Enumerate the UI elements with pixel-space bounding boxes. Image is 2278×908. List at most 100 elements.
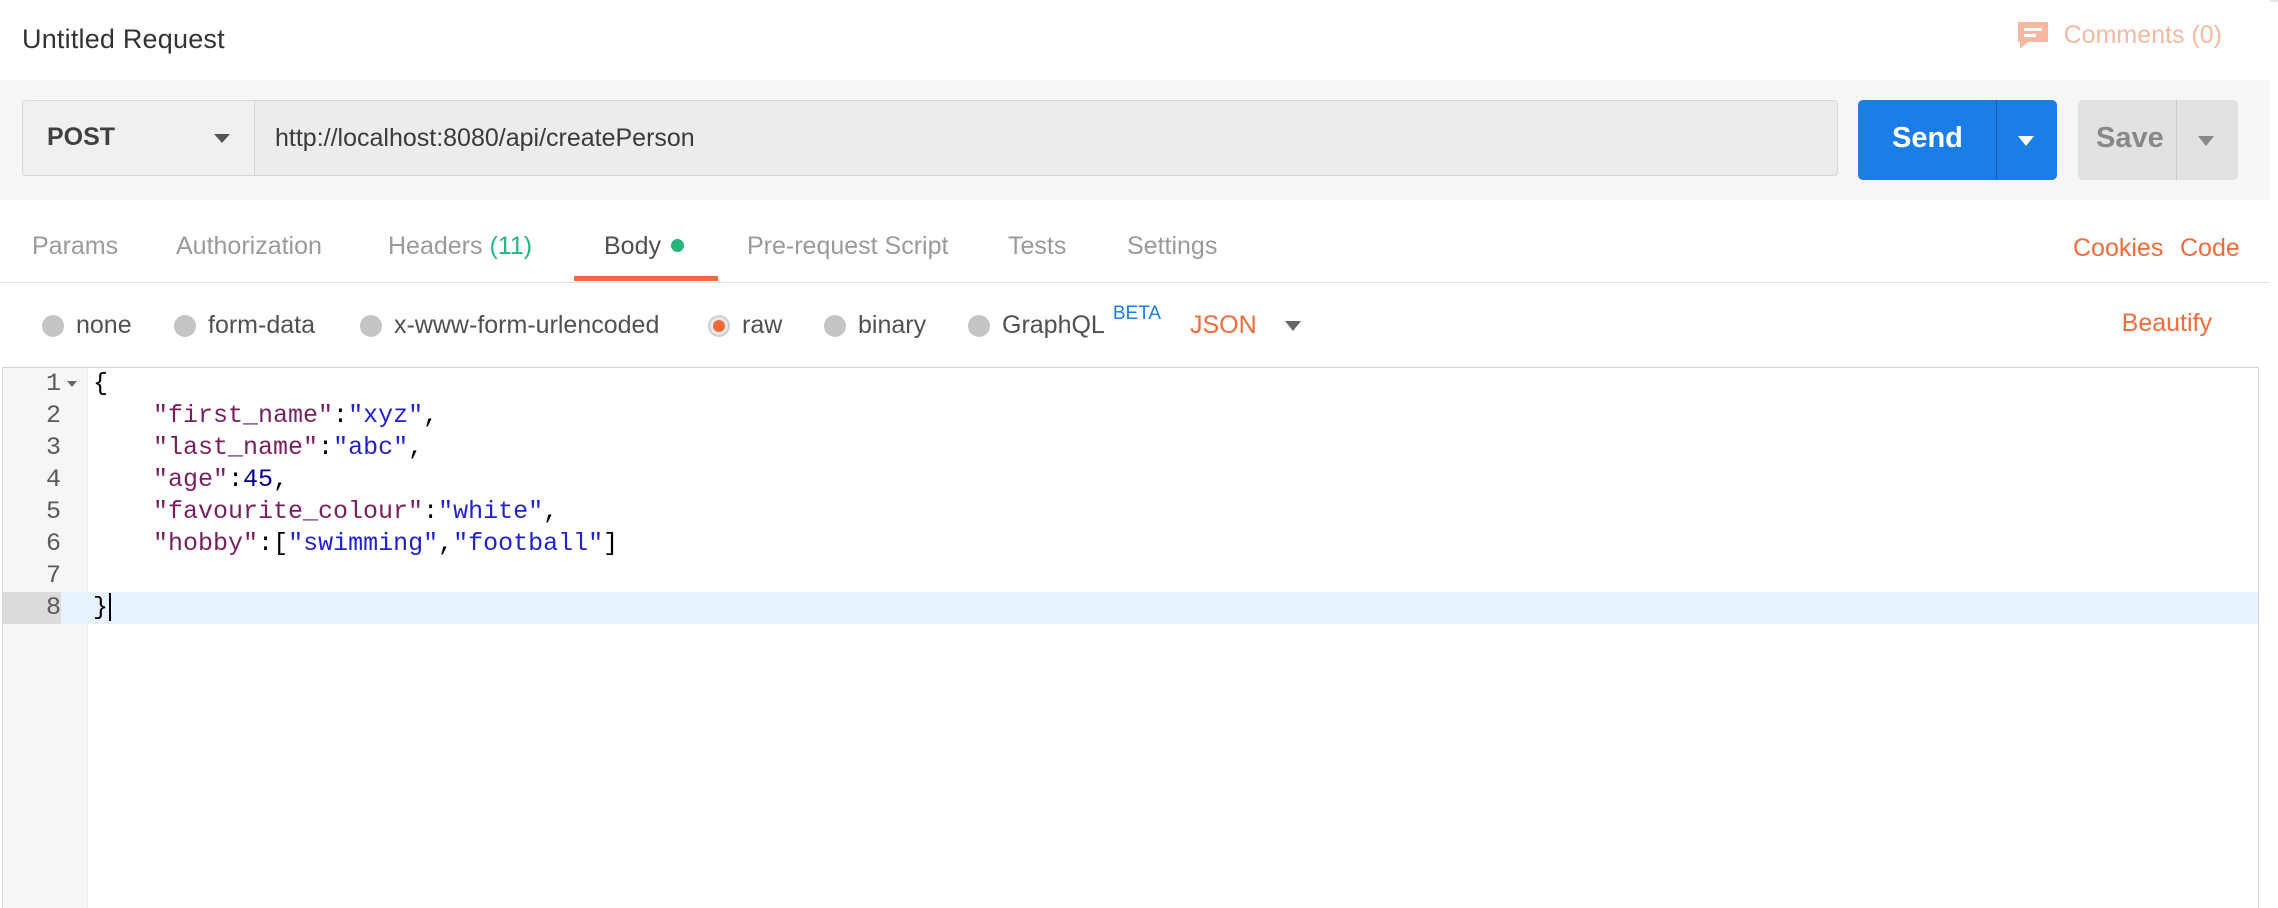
headers-count-badge: (11): [489, 232, 533, 260]
radio-raw-selected[interactable]: [708, 314, 730, 337]
save-label: Save: [2096, 122, 2164, 154]
code-line-7[interactable]: 7: [3, 560, 2258, 592]
json-colon: :: [258, 529, 274, 558]
line-number: 2: [45, 401, 61, 430]
url-bar: POST Send Save: [0, 80, 2270, 201]
chevron-down-icon: [214, 134, 230, 143]
tab-body[interactable]: Body: [604, 232, 684, 261]
comments-label: Comments (0): [2063, 20, 2222, 49]
save-button[interactable]: Save: [2078, 100, 2238, 180]
json-brace-close: }: [93, 593, 109, 622]
json-comma: ,: [543, 497, 559, 526]
code-line-1[interactable]: 1 {: [3, 368, 2258, 400]
json-key: "age": [153, 465, 229, 494]
body-type-urlencoded[interactable]: x-www-form-urlencoded: [360, 311, 659, 340]
body-type-binary[interactable]: binary: [824, 311, 926, 340]
json-colon: :: [318, 433, 334, 462]
tab-prerequest-script[interactable]: Pre-request Script: [747, 232, 948, 261]
body-type-form-data-label: form-data: [208, 311, 315, 339]
code-line-4[interactable]: 4 "age":45,: [3, 464, 2258, 496]
radio-none[interactable]: [42, 314, 64, 337]
json-key: "last_name": [153, 433, 319, 462]
json-string-value: "abc": [333, 433, 409, 462]
send-label: Send: [1892, 122, 1963, 154]
comment-icon: [2016, 20, 2050, 50]
cookies-link[interactable]: Cookies: [2073, 234, 2163, 263]
tab-headers-label: Headers: [388, 232, 483, 260]
tab-headers[interactable]: Headers (11): [388, 232, 532, 261]
active-tab-indicator: [574, 276, 718, 281]
text-cursor: [109, 593, 112, 622]
code-line-6[interactable]: 6 "hobby":["swimming","football"]: [3, 528, 2258, 560]
json-number-value: 45: [243, 465, 274, 494]
save-divider: [2176, 100, 2177, 180]
code-link[interactable]: Code: [2180, 234, 2240, 263]
fold-arrow-icon[interactable]: [67, 381, 77, 387]
body-type-selector: none form-data x-www-form-urlencoded raw…: [0, 283, 2270, 367]
chevron-down-icon: [1284, 320, 1301, 331]
radio-binary[interactable]: [824, 314, 846, 337]
send-button[interactable]: Send: [1858, 100, 2057, 180]
code-line-3[interactable]: 3 "last_name":"abc",: [3, 432, 2258, 464]
json-colon: :: [228, 465, 244, 494]
json-bracket-open: [: [273, 529, 289, 558]
body-type-none-label: none: [76, 311, 132, 339]
request-tabs: Params Authorization Headers (11) Body P…: [0, 200, 2270, 283]
body-type-graphql[interactable]: GraphQL BETA: [968, 303, 1161, 340]
json-colon: :: [333, 401, 349, 430]
line-number: 5: [45, 497, 61, 526]
body-type-raw-label: raw: [742, 311, 783, 339]
json-string-value: "football": [453, 529, 604, 558]
body-code-editor[interactable]: 1 { 2 "first_name":"xyz", 3 "last_name":…: [2, 367, 2259, 908]
json-key: "hobby": [153, 529, 259, 558]
radio-urlencoded[interactable]: [360, 314, 382, 337]
body-type-none[interactable]: none: [42, 311, 132, 340]
body-type-graphql-label: GraphQL: [1002, 311, 1105, 339]
comments-button[interactable]: Comments (0): [2016, 20, 2222, 50]
body-type-raw[interactable]: raw: [708, 311, 782, 340]
radio-graphql[interactable]: [968, 314, 990, 337]
request-title[interactable]: Untitled Request: [22, 24, 225, 55]
body-type-urlencoded-label: x-www-form-urlencoded: [394, 311, 660, 339]
tab-tests[interactable]: Tests: [1008, 232, 1066, 261]
line-number: 7: [45, 561, 61, 590]
method-select[interactable]: POST: [22, 100, 254, 176]
line-number: 8: [3, 592, 61, 624]
body-type-form-data[interactable]: form-data: [174, 311, 315, 340]
url-input[interactable]: [254, 100, 1838, 176]
beautify-button[interactable]: Beautify: [2122, 309, 2212, 338]
line-number: 6: [45, 529, 61, 558]
json-brace-open: {: [93, 369, 109, 398]
tab-authorization[interactable]: Authorization: [176, 232, 322, 261]
json-key: "first_name": [153, 401, 334, 430]
body-indicator-dot: [670, 238, 684, 252]
json-comma: ,: [438, 529, 454, 558]
radio-form-data[interactable]: [174, 314, 196, 337]
method-label: POST: [47, 123, 116, 151]
body-type-binary-label: binary: [858, 311, 927, 339]
code-line-8[interactable]: 8 }: [3, 592, 2258, 624]
tab-params[interactable]: Params: [32, 232, 118, 261]
format-select-label: JSON: [1190, 311, 1257, 339]
save-options-chevron-icon[interactable]: [2198, 136, 2214, 146]
json-key: "favourite_colour": [153, 497, 424, 526]
code-line-5[interactable]: 5 "favourite_colour":"white",: [3, 496, 2258, 528]
send-divider: [1996, 100, 1997, 180]
line-number: 4: [45, 465, 61, 494]
json-string-value: "xyz": [348, 401, 424, 430]
json-bracket-close: ]: [603, 529, 619, 558]
line-number: 3: [45, 433, 61, 462]
tab-settings[interactable]: Settings: [1127, 232, 1217, 261]
json-string-value: "swimming": [288, 529, 439, 558]
format-select[interactable]: JSON: [1190, 311, 1301, 340]
beta-badge: BETA: [1112, 302, 1162, 324]
line-number: 1: [45, 369, 61, 398]
send-options-chevron-icon[interactable]: [2018, 136, 2034, 146]
json-comma: ,: [423, 401, 439, 430]
json-comma: ,: [408, 433, 424, 462]
json-comma: ,: [273, 465, 289, 494]
tab-body-label: Body: [604, 232, 661, 260]
postman-request-view: Untitled Request Comments (0) POST Send: [0, 0, 2278, 908]
json-colon: :: [423, 497, 439, 526]
code-line-2[interactable]: 2 "first_name":"xyz",: [3, 400, 2258, 432]
